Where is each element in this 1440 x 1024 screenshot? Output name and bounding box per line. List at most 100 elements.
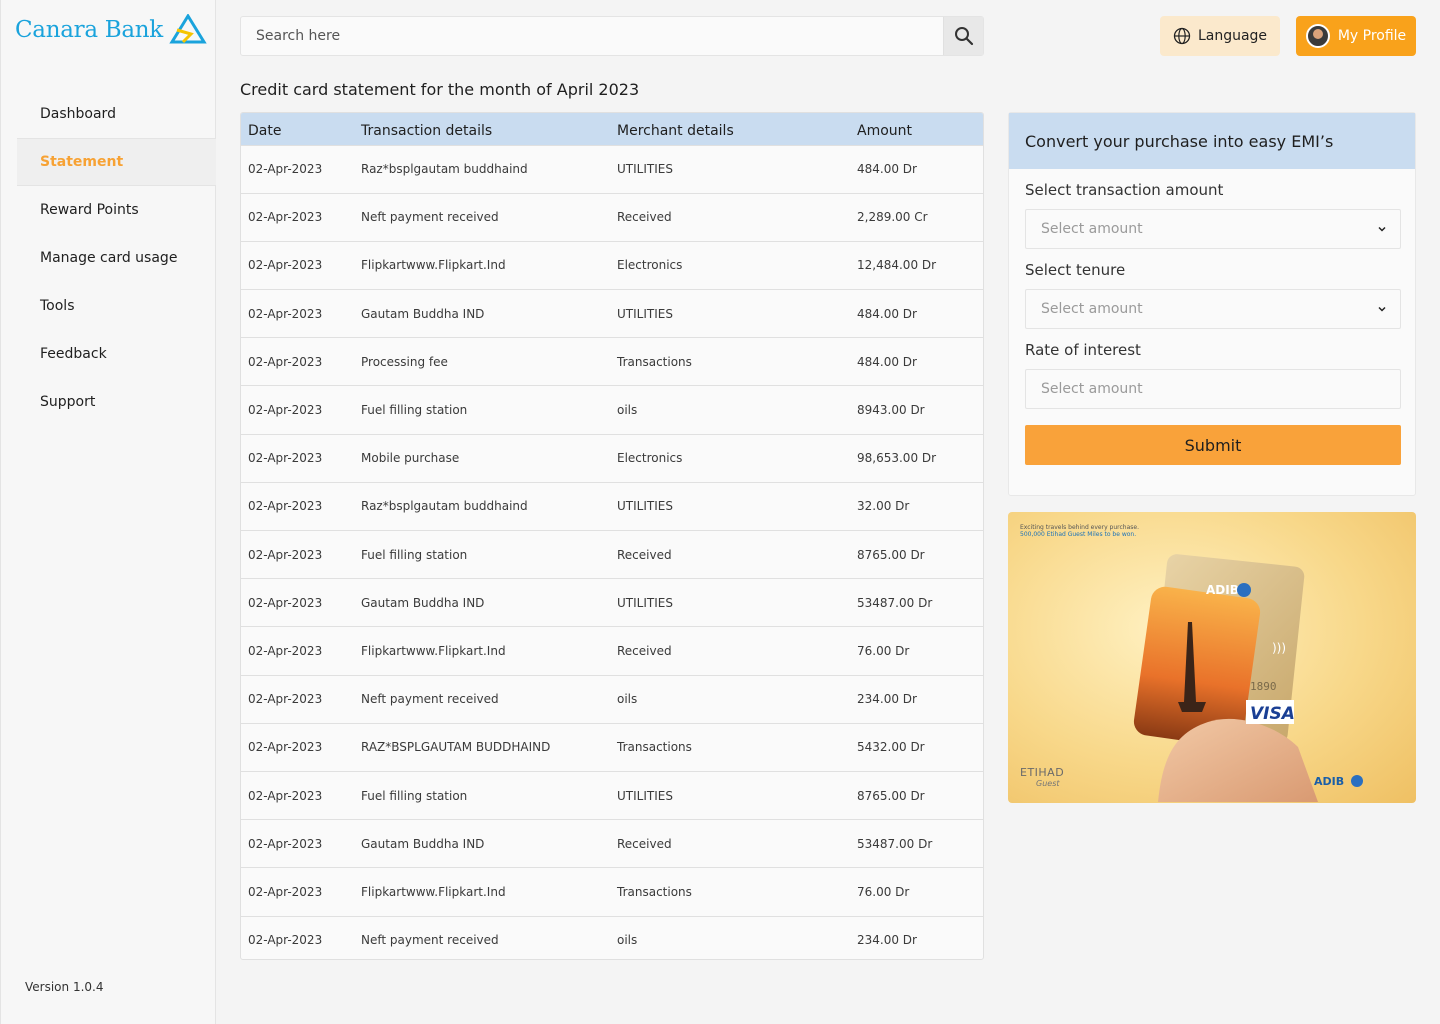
table-row[interactable]: 02-Apr-2023 Fuel filling station UTILITIES… — [241, 771, 983, 819]
date-cell: 02-Apr-2023 — [248, 258, 323, 273]
table-row[interactable]: 02-Apr-2023 Raz*bsplgautam buddhaind UTILI… — [241, 482, 983, 530]
date-cell: 02-Apr-2023 — [248, 595, 323, 610]
transaction-cell: Flipkartwww.Flipkart.Ind — [361, 884, 506, 899]
statement-table: Date Transaction details Merchant detail… — [240, 112, 984, 960]
table-row[interactable]: 02-Apr-2023 Neft payment received oils 234.… — [241, 675, 983, 723]
etihad-guest-logo: ETIHAD — [1020, 766, 1065, 779]
transaction-cell: Gautam Buddha IND — [361, 595, 485, 610]
sidebar: Canara Bank Dashboard Statement Reward P… — [0, 0, 216, 1024]
promo-tagline: Exciting travels behind every purchase. — [1020, 524, 1139, 531]
promo-tagline-miles: 500,000 Etihad Guest Miles to be won. — [1020, 531, 1137, 538]
amount-label: Select transaction amount — [1025, 181, 1224, 199]
merchant-cell: Electronics — [617, 258, 683, 273]
brand-name: Canara Bank — [15, 17, 163, 43]
language-button[interactable]: Language — [1160, 16, 1280, 56]
canara-triangle-icon — [169, 14, 207, 44]
emi-title: Convert your purchase into easy EMI’s — [1009, 113, 1415, 169]
adib-footer-text: ADIB — [1314, 775, 1345, 788]
merchant-cell: oils — [617, 403, 638, 418]
sidebar-nav: Dashboard Statement Reward Points Manage… — [17, 90, 216, 426]
promo-banner[interactable]: Exciting travels behind every purchase. … — [1008, 512, 1416, 803]
table-header-row: Date Transaction details Merchant detail… — [241, 113, 983, 145]
date-cell: 02-Apr-2023 — [248, 354, 323, 369]
merchant-cell: Received — [617, 836, 672, 851]
table-row[interactable]: 02-Apr-2023 Mobile purchase Electronics 98,… — [241, 434, 983, 482]
chevron-down-icon — [1378, 226, 1386, 232]
table-row[interactable]: 02-Apr-2023 Raz*bsplgautam buddhaind UTILI… — [241, 145, 983, 193]
amount-cell: 234.00 Dr — [857, 692, 917, 707]
submit-button[interactable]: Submit — [1025, 425, 1401, 465]
date-cell: 02-Apr-2023 — [248, 210, 323, 225]
sidebar-item-statement[interactable]: Statement — [17, 138, 216, 186]
sidebar-item-feedback[interactable]: Feedback — [17, 330, 216, 378]
sidebar-item-support[interactable]: Support — [17, 378, 216, 426]
amount-cell: 53487.00 Dr — [857, 595, 933, 610]
amount-cell: 53487.00 Dr — [857, 836, 933, 851]
table-row[interactable]: 02-Apr-2023 Gautam Buddha IND UTILITIES 534… — [241, 578, 983, 627]
table-row[interactable]: 02-Apr-2023 Fuel filling station Received 8… — [241, 530, 983, 579]
table-row[interactable]: 02-Apr-2023 Fuel filling station oils 8943.… — [241, 385, 983, 434]
column-header-transaction: Transaction details — [361, 122, 493, 139]
card-network-text: VISA — [1250, 704, 1295, 724]
transaction-cell: Neft payment received — [361, 210, 499, 225]
column-header-date: Date — [248, 122, 282, 139]
tenure-select[interactable]: Select amount — [1025, 289, 1401, 329]
table-row[interactable]: 02-Apr-2023 Flipkartwww.Flipkart.Ind Trans… — [241, 867, 983, 916]
amount-cell: 2,289.00 Cr — [857, 210, 928, 225]
date-cell: 02-Apr-2023 — [248, 740, 323, 755]
table-row[interactable]: 02-Apr-2023 Gautam Buddha IND UTILITIES 484… — [241, 289, 983, 338]
date-cell: 02-Apr-2023 — [248, 884, 323, 899]
amount-cell: 12,484.00 Dr — [857, 258, 937, 273]
date-cell: 02-Apr-2023 — [248, 451, 323, 466]
column-header-amount: Amount — [857, 122, 913, 139]
sidebar-item-reward-points[interactable]: Reward Points — [17, 186, 216, 234]
transaction-cell: Gautam Buddha IND — [361, 836, 485, 851]
table-row[interactable]: 02-Apr-2023 Neft payment received Received… — [241, 193, 983, 241]
amount-cell: 8765.00 Dr — [857, 547, 925, 562]
date-cell: 02-Apr-2023 — [248, 306, 323, 321]
merchant-cell: oils — [617, 692, 638, 707]
amount-select[interactable]: Select amount — [1025, 209, 1401, 249]
sidebar-item-manage-card-usage[interactable]: Manage card usage — [17, 234, 216, 282]
amount-cell: 234.00 Dr — [857, 933, 917, 948]
amount-cell: 484.00 Dr — [857, 162, 917, 177]
table-row[interactable]: 02-Apr-2023 Flipkartwww.Flipkart.Ind Elect… — [241, 241, 983, 289]
merchant-cell: Electronics — [617, 451, 683, 466]
table-row[interactable]: 02-Apr-2023 Neft payment received oils 234.… — [241, 916, 983, 959]
merchant-cell: UTILITIES — [617, 788, 673, 803]
sidebar-item-dashboard[interactable]: Dashboard — [17, 90, 216, 138]
transaction-cell: Fuel filling station — [361, 403, 468, 418]
column-header-merchant: Merchant details — [617, 122, 734, 139]
avatar — [1305, 24, 1330, 48]
search-input[interactable] — [241, 17, 945, 55]
language-label: Language — [1197, 28, 1268, 44]
brand-logo[interactable]: Canara Bank — [15, 14, 207, 46]
amount-cell: 76.00 Dr — [857, 884, 910, 899]
date-cell: 02-Apr-2023 — [248, 836, 323, 851]
amount-cell: 76.00 Dr — [857, 643, 910, 658]
transaction-cell: Raz*bsplgautam buddhaind — [361, 162, 528, 177]
table-row[interactable]: 02-Apr-2023 RAZ*BSPLGAUTAM BUDDHAIND Trans… — [241, 723, 983, 771]
merchant-cell: Transactions — [617, 884, 692, 899]
date-cell: 02-Apr-2023 — [248, 162, 323, 177]
card-issuer-text: ADIB — [1206, 583, 1239, 597]
rate-field[interactable]: Select amount — [1025, 369, 1401, 409]
tenure-select-value: Select amount — [1041, 301, 1143, 317]
card-number-text: 1890 — [1250, 680, 1277, 693]
search-button[interactable] — [943, 17, 983, 55]
merchant-cell: Transactions — [617, 354, 692, 369]
search-icon — [954, 27, 973, 46]
transaction-cell: Mobile purchase — [361, 451, 460, 466]
sidebar-item-tools[interactable]: Tools — [17, 282, 216, 330]
rate-label: Rate of interest — [1025, 341, 1141, 359]
table-row[interactable]: 02-Apr-2023 Gautam Buddha IND Received 5348… — [241, 819, 983, 868]
merchant-cell: Transactions — [617, 740, 692, 755]
amount-cell: 5432.00 Dr — [857, 740, 925, 755]
table-row[interactable]: 02-Apr-2023 Flipkartwww.Flipkart.Ind Recei… — [241, 626, 983, 675]
table-row[interactable]: 02-Apr-2023 Processing fee Transactions 484… — [241, 337, 983, 386]
search-bar — [240, 16, 984, 56]
date-cell: 02-Apr-2023 — [248, 547, 323, 562]
globe-icon — [1173, 27, 1191, 45]
amount-cell: 98,653.00 Dr — [857, 451, 937, 466]
my-profile-button[interactable]: My Profile — [1296, 16, 1416, 56]
